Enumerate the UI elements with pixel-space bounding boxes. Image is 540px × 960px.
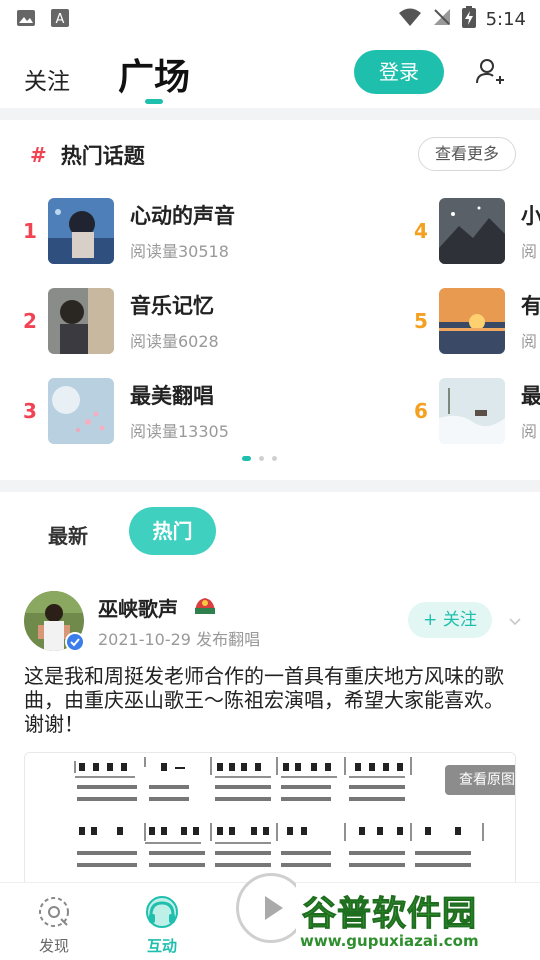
nav-discover[interactable]: 发现 [14, 895, 94, 956]
nav-interact-label: 互动 [146, 937, 177, 955]
user-level-badge-icon [192, 594, 218, 620]
carousel-pager [242, 456, 277, 461]
topic-rank: 4 [414, 219, 428, 243]
active-tab-indicator [145, 99, 163, 104]
topic-reads: 阅读量13305 [130, 422, 229, 441]
battery-charging-icon [461, 6, 476, 32]
topic-rank: 5 [414, 309, 428, 333]
topic-reads: 阅 [521, 332, 538, 351]
view-original-button[interactable]: 查看原图 [445, 765, 515, 795]
topic-item[interactable]: 3 最美翻唱 阅读量13305 [20, 378, 229, 444]
post-text: 这是我和周挺发老师合作的一首具有重庆地方风味的歌曲，由重庆巫山歌王～陈祖宏演唱，… [24, 664, 504, 736]
topic-thumbnail [439, 198, 505, 264]
wifi-icon [398, 7, 422, 31]
post-meta: 2021-10-29 发布翻唱 [98, 630, 261, 649]
topic-item[interactable]: 1 心动的声音 阅读量30518 [20, 198, 235, 264]
topic-reads: 阅 [521, 242, 538, 261]
topic-name: 有 [521, 294, 540, 318]
play-icon [239, 896, 303, 944]
topic-thumbnail [48, 378, 114, 444]
chevron-down-icon[interactable] [508, 614, 522, 628]
topic-name: 心动的声音 [130, 204, 235, 228]
disc-icon [34, 897, 74, 933]
headphones-icon [142, 896, 182, 933]
status-time: 5:14 [485, 8, 526, 30]
pager-dot [272, 456, 277, 461]
topic-rank: 6 [414, 399, 428, 423]
topic-reads: 阅 [521, 422, 538, 441]
status-bar: A 5:14 [0, 0, 540, 36]
gallery-icon [16, 8, 36, 32]
login-button[interactable]: 登录 [354, 50, 444, 94]
svg-text:A: A [56, 12, 65, 27]
follow-button[interactable]: + 关注 [408, 602, 492, 638]
add-user-icon[interactable] [474, 56, 506, 88]
topic-item[interactable]: 2 音乐记忆 阅读量6028 [20, 288, 219, 354]
verified-badge-icon [65, 632, 85, 652]
post-author[interactable]: 巫峡歌声 [98, 593, 178, 622]
hot-topics-header: # 热门话题 [30, 140, 145, 170]
topic-thumbnail [439, 288, 505, 354]
top-navigation: 关注 广场 登录 [0, 36, 540, 108]
watermark-url: www.gupuxiazai.com [300, 932, 479, 950]
feed-section: 最新 热门 巫峡歌声 2021-10-29 发布翻唱 + 关注 这是我和周挺发老… [0, 492, 540, 892]
hot-topics-section: # 热门话题 查看更多 1 心动的声音 阅读量30518 2 音乐记忆 阅读量6… [0, 120, 540, 480]
topic-thumbnail [48, 288, 114, 354]
topic-name: 小 [521, 204, 540, 228]
text-a-icon: A [50, 8, 70, 32]
nav-interact[interactable]: 互动 [122, 895, 202, 956]
watermark: 谷普软件园 www.gupuxiazai.com [296, 884, 540, 960]
watermark-title: 谷普软件园 [302, 894, 477, 935]
topic-thumbnail [439, 378, 505, 444]
no-signal-icon [432, 7, 452, 31]
tab-square[interactable]: 广场 [118, 48, 190, 100]
topic-item[interactable]: 6 最 阅 [411, 378, 540, 444]
pager-dot-active [242, 456, 251, 461]
tab-follow[interactable]: 关注 [24, 62, 70, 96]
topic-rank: 2 [23, 309, 37, 333]
post-image-score[interactable]: 查看原图 [24, 752, 516, 892]
topic-name: 最 [521, 384, 540, 408]
topic-name: 音乐记忆 [130, 294, 214, 318]
view-more-button[interactable]: 查看更多 [418, 137, 516, 171]
hot-topics-title: 热门话题 [60, 144, 145, 168]
tab-latest[interactable]: 最新 [48, 520, 88, 549]
pager-dot [259, 456, 264, 461]
topic-item[interactable]: 5 有 阅 [411, 288, 540, 354]
topic-item[interactable]: 4 小 阅 [411, 198, 540, 264]
sheet-music-image [25, 753, 515, 891]
topic-thumbnail [48, 198, 114, 264]
nav-discover-label: 发现 [38, 937, 69, 955]
hash-icon: # [30, 143, 47, 167]
topic-name: 最美翻唱 [130, 384, 214, 408]
topic-reads: 阅读量6028 [130, 332, 219, 351]
topic-reads: 阅读量30518 [130, 242, 229, 261]
topic-rank: 3 [23, 399, 37, 423]
topic-rank: 1 [23, 219, 37, 243]
tab-hot[interactable]: 热门 [129, 507, 216, 555]
